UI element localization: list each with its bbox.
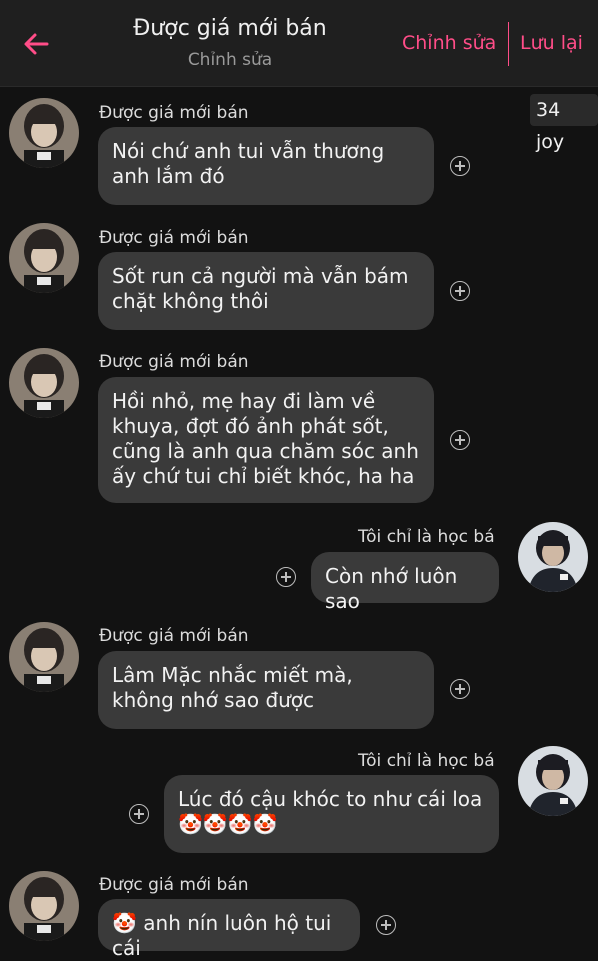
message-text: Lúc đó cậu khóc to như cái loa <box>178 787 483 811</box>
react-plus-icon[interactable] <box>276 567 296 587</box>
sender-name: Được giá mới bán <box>99 875 249 895</box>
message-bubble[interactable]: Lúc đó cậu khóc to như cái loa 🤡🤡🤡🤡 <box>164 775 499 853</box>
header-divider <box>508 22 509 66</box>
joy-badge: 34 joy <box>530 94 598 153</box>
avatar[interactable] <box>9 348 79 418</box>
react-plus-icon[interactable] <box>376 915 396 935</box>
sender-name: Tôi chỉ là học bá <box>358 751 495 771</box>
message-text: anh nín luôn hộ tui cái <box>112 911 332 960</box>
avatar[interactable] <box>9 98 79 168</box>
avatar[interactable] <box>518 746 588 816</box>
react-plus-icon[interactable] <box>450 430 470 450</box>
react-plus-icon[interactable] <box>450 679 470 699</box>
clown-emoji-row: 🤡🤡🤡🤡 <box>178 812 278 836</box>
avatar[interactable] <box>9 223 79 293</box>
message-bubble[interactable]: Hồi nhỏ, mẹ hay đi làm về khuya, đợt đó … <box>98 377 434 503</box>
avatar[interactable] <box>9 871 79 941</box>
message-text: Còn nhớ luôn sao <box>325 564 458 613</box>
page-subtitle: Chỉnh sửa <box>187 50 273 70</box>
message-bubble[interactable]: Sốt run cả người mà vẫn bám chặt không t… <box>98 252 434 330</box>
sender-name: Được giá mới bán <box>99 352 249 372</box>
sender-name: Được giá mới bán <box>99 103 249 123</box>
react-plus-icon[interactable] <box>450 156 470 176</box>
page-title: Được giá mới bán <box>133 16 327 41</box>
message-text: Sốt run cả người mà vẫn bám chặt không t… <box>112 264 409 313</box>
edit-button[interactable]: Chỉnh sửa <box>402 32 496 54</box>
message-text: Lâm Mặc nhắc miết mà, không nhớ sao được <box>112 663 353 712</box>
react-plus-icon[interactable] <box>450 281 470 301</box>
avatar[interactable] <box>9 622 79 692</box>
message-text: Hồi nhỏ, mẹ hay đi làm về khuya, đợt đó … <box>112 389 419 488</box>
header-bar: Được giá mới bán Chỉnh sửa Chỉnh sửa Lưu… <box>0 0 598 87</box>
message-bubble[interactable]: Nói chứ anh tui vẫn thương anh lắm đó <box>98 127 434 205</box>
message-bubble[interactable]: Còn nhớ luôn sao <box>311 552 499 613</box>
clown-emoji: 🤡 <box>112 911 137 935</box>
sender-name: Tôi chỉ là học bá <box>358 527 495 547</box>
message-bubble[interactable]: Lâm Mặc nhắc miết mà, không nhớ sao được <box>98 651 434 729</box>
react-plus-icon[interactable] <box>129 804 149 824</box>
message-text: Nói chứ anh tui vẫn thương anh lắm đó <box>112 139 385 188</box>
save-button[interactable]: Lưu lại <box>520 32 583 54</box>
sender-name: Được giá mới bán <box>99 626 249 646</box>
message-bubble[interactable]: 🤡 anh nín luôn hộ tui cái <box>98 899 360 960</box>
back-arrow-icon[interactable] <box>18 26 54 62</box>
sender-name: Được giá mới bán <box>99 228 249 248</box>
avatar[interactable] <box>518 522 588 592</box>
